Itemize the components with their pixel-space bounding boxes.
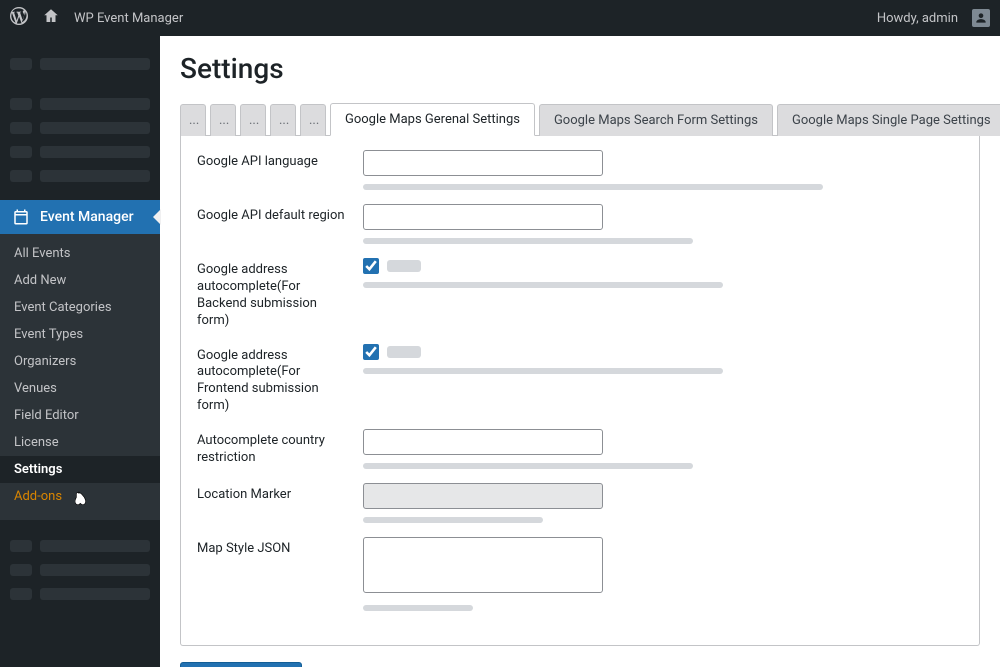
calendar-icon [12,208,30,226]
avatar-icon[interactable] [972,9,990,27]
input-location-marker[interactable] [363,483,603,509]
tab-gmaps-general[interactable]: Google Maps Gerenal Settings [330,103,535,136]
input-api-language[interactable] [363,150,603,176]
label-api-language: Google API language [197,150,347,171]
tab-gmaps-searchform[interactable]: Google Maps Search Form Settings [539,104,773,136]
sidebar-submenu: All Events Add New Event Categories Even… [0,234,160,520]
tab-gmaps-singlepage[interactable]: Google Maps Single Page Settings [777,104,1000,136]
sidebar-item-venues[interactable]: Venues [0,375,160,402]
hint-skeleton [363,368,723,374]
tab-collapsed-2[interactable]: ... [240,104,266,136]
label-ac-backend: Google address autocomplete(For Backend … [197,258,347,330]
howdy-text[interactable]: Howdy, admin [877,11,958,26]
sidebar-menu-label: Event Manager [40,209,134,225]
label-ac-country: Autocomplete country restriction [197,429,347,467]
cb-label-skeleton [387,260,421,272]
sidebar-item-settings[interactable]: Settings [0,456,160,483]
hint-skeleton [363,463,693,469]
sidebar-item-addons[interactable]: Add-ons [0,483,160,510]
sidebar-item-license[interactable]: License [0,429,160,456]
sidebar-item-categories[interactable]: Event Categories [0,294,160,321]
admin-sidebar: Event Manager All Events Add New Event C… [0,36,160,667]
hint-skeleton [363,282,723,288]
tab-collapsed-1[interactable]: ... [210,104,236,136]
save-button[interactable]: Save Changes [180,662,302,667]
label-location-marker: Location Marker [197,483,347,504]
settings-tabs: ... ... ... ... ... Google Maps Gerenal … [180,103,980,136]
label-map-style-json: Map Style JSON [197,537,347,558]
sidebar-item-add-new[interactable]: Add New [0,267,160,294]
label-ac-frontend: Google address autocomplete(For Frontend… [197,344,347,416]
tab-collapsed-3[interactable]: ... [270,104,296,136]
input-api-region[interactable] [363,204,603,230]
tab-collapsed-0[interactable]: ... [180,104,206,136]
settings-panel: Google API language Google API default r… [180,136,980,646]
input-map-style-json[interactable] [363,537,603,593]
hint-skeleton [363,238,693,244]
sidebar-menu-event-manager[interactable]: Event Manager [0,200,160,234]
label-api-region: Google API default region [197,204,347,225]
home-icon[interactable] [42,7,60,29]
site-title[interactable]: WP Event Manager [74,11,183,26]
hint-skeleton [363,184,823,190]
hint-skeleton [363,517,543,523]
input-ac-country[interactable] [363,429,603,455]
settings-page: Settings ... ... ... ... ... Google Maps… [160,36,1000,667]
hint-skeleton [363,605,473,611]
checkbox-ac-backend[interactable] [363,258,379,274]
tab-collapsed-4[interactable]: ... [300,104,326,136]
wp-logo-icon[interactable] [10,7,28,29]
sidebar-item-field-editor[interactable]: Field Editor [0,402,160,429]
page-title: Settings [180,52,980,85]
sidebar-item-organizers[interactable]: Organizers [0,348,160,375]
sidebar-item-all-events[interactable]: All Events [0,240,160,267]
checkbox-ac-frontend[interactable] [363,344,379,360]
cb-label-skeleton [387,346,421,358]
sidebar-item-event-types[interactable]: Event Types [0,321,160,348]
